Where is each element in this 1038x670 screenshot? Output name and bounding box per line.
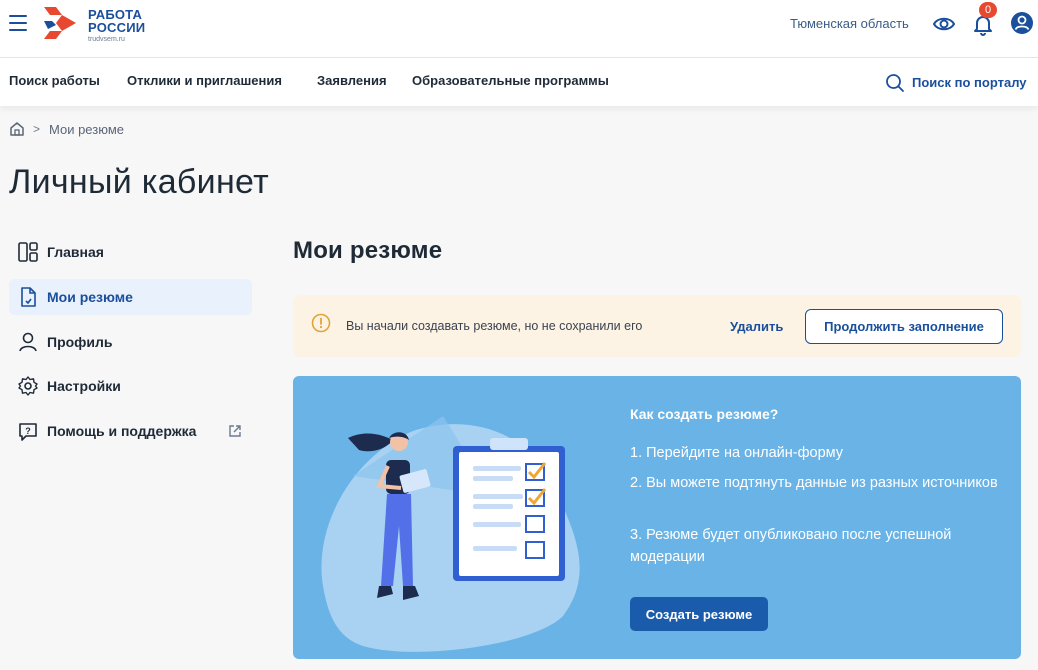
logo-text: РАБОТА РОССИИ [88,8,145,34]
breadcrumb-current: Мои резюме [49,122,124,137]
delete-draft-button[interactable]: Удалить [730,319,783,334]
nav-education[interactable]: Образовательные программы [412,73,609,88]
sidebar-item-label: Главная [47,244,104,260]
nav-applications[interactable]: Заявления [317,73,387,88]
eye-icon[interactable] [932,13,956,35]
gear-icon [18,376,38,396]
continue-filling-button[interactable]: Продолжить заполнение [805,309,1003,344]
promo-step-2: 2. Вы можете подтянуть данные из разных … [630,475,998,491]
sidebar-item-label: Профиль [47,334,113,350]
external-link-icon [229,425,241,437]
nav-job-search[interactable]: Поиск работы [9,73,100,88]
help-chat-icon: ? [19,423,37,441]
promo-step-1: 1. Перейдите на онлайн-форму [630,445,844,461]
portal-search-link[interactable]: Поиск по порталу [912,75,1027,90]
main-nav: Поиск работы Отклики и приглашения Заявл… [0,58,1038,106]
dashboard-icon [18,242,38,262]
sidebar-item-label: Настройки [47,378,121,394]
info-icon [311,313,331,333]
unsaved-resume-alert: Вы начали создавать резюме, но не сохран… [293,295,1021,357]
sidebar-item-settings[interactable]: Настройки [9,368,252,404]
user-icon[interactable] [1010,11,1034,35]
sidebar-item-label: Мои резюме [47,289,133,305]
top-header: РАБОТА РОССИИ trudvsem.ru Тюменская обла… [0,0,1038,58]
search-icon[interactable] [885,73,905,93]
document-icon [21,287,36,307]
person-icon [19,332,37,352]
region-selector[interactable]: Тюменская область [790,16,909,31]
sidebar-item-my-resumes[interactable]: Мои резюме [9,279,252,315]
logo-mark-icon [44,7,76,39]
section-title: Мои резюме [293,237,443,264]
resume-illustration [321,416,580,652]
svg-text:?: ? [25,426,31,436]
page-title: Личный кабинет [9,163,269,201]
sidebar-item-label: Помощь и поддержка [47,423,197,439]
logo-subtitle: trudvsem.ru [88,36,125,43]
promo-step-3: 3. Резюме будет опубликовано после успеш… [630,527,952,565]
sidebar-item-home[interactable]: Главная [9,234,252,270]
notification-badge: 0 [979,2,997,18]
breadcrumb-separator: > [33,122,41,136]
create-resume-button[interactable]: Создать резюме [630,597,768,631]
nav-responses[interactable]: Отклики и приглашения [127,73,282,88]
logo[interactable]: РАБОТА РОССИИ trudvsem.ru [42,3,162,47]
logo-line2: РОССИИ [88,20,146,35]
menu-icon[interactable] [9,15,27,31]
promo-title: Как создать резюме? [630,406,779,422]
home-icon[interactable] [9,121,25,137]
sidebar-item-profile[interactable]: Профиль [9,324,252,360]
alert-text: Вы начали создавать резюме, но не сохран… [346,319,643,333]
create-resume-promo: Как создать резюме? 1. Перейдите на онла… [293,376,1021,659]
sidebar-item-help[interactable]: ? Помощь и поддержка [9,413,252,449]
